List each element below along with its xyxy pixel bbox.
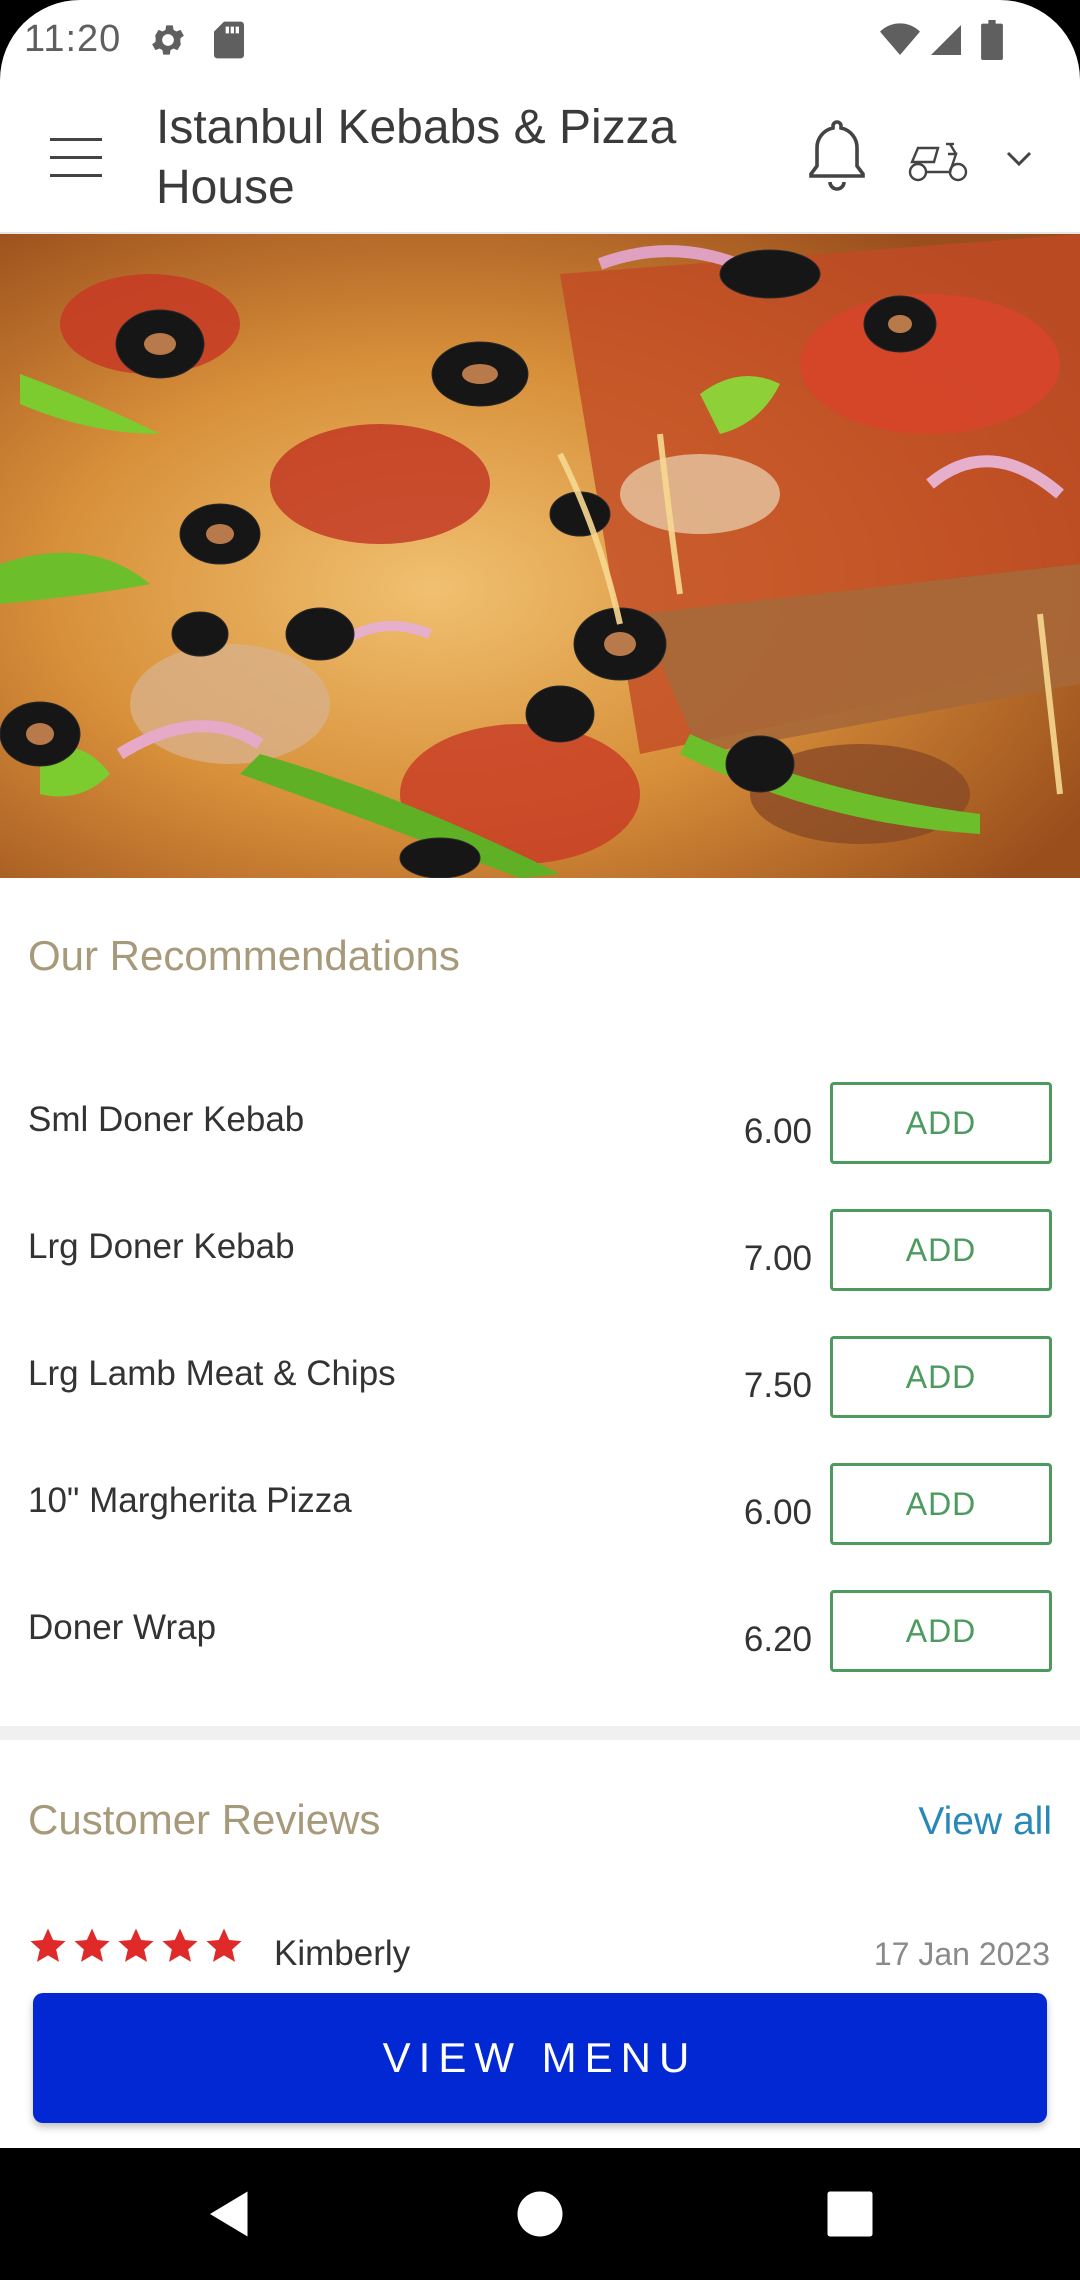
hero-pizza-image [0,234,1080,878]
status-time: 11:20 [24,18,122,60]
battery-icon [980,20,1004,65]
recents-icon[interactable] [820,2184,880,2244]
chevron-down-icon [1006,151,1032,167]
recommendation-item: Doner Wrap 6.20 ADD [0,1590,1080,1717]
recommendation-item: 10" Margherita Pizza 6.00 ADD [0,1463,1080,1590]
review-date: 17 Jan 2023 [873,1936,1050,1972]
star-icon [118,1928,154,1962]
recommendation-item: Lrg Doner Kebab 7.00 ADD [0,1209,1080,1336]
add-button[interactable]: ADD [830,1336,1052,1418]
app-bar: Istanbul Kebabs & Pizza House [0,88,1080,234]
star-icon [206,1928,242,1962]
add-button[interactable]: ADD [830,1082,1052,1164]
item-price: 7.00 [743,1239,812,1278]
item-name: Doner Wrap [28,1608,217,1647]
item-price: 7.50 [743,1366,812,1405]
wifi-icon [880,20,920,65]
delivery-mode-selector[interactable] [906,128,1036,188]
reviews-title: Customer Reviews [28,1796,381,1843]
recommendations-title: Our Recommendations [28,932,460,979]
review-item: Kimberly 17 Jan 2023 [0,1922,1080,1982]
add-button[interactable]: ADD [830,1590,1052,1672]
item-name: Sml Doner Kebab [28,1100,305,1139]
item-name: 10" Margherita Pizza [28,1481,352,1520]
gear-icon [148,20,188,65]
item-name: Lrg Doner Kebab [28,1227,295,1266]
bell-icon[interactable] [804,114,870,194]
system-nav-bar [0,2148,1080,2280]
item-name: Lrg Lamb Meat & Chips [28,1354,396,1393]
signal-icon [928,20,964,65]
add-button[interactable]: ADD [830,1463,1052,1545]
home-icon[interactable] [510,2184,570,2244]
menu-icon[interactable] [44,128,106,188]
item-price: 6.00 [743,1493,812,1532]
status-bar: 11:20 [0,0,1080,88]
item-price: 6.20 [743,1620,812,1659]
section-divider [0,1726,1080,1740]
app-screen: 11:20 Istanbul Kebabs & Pizza House Our … [0,0,1080,2148]
add-button[interactable]: ADD [830,1209,1052,1291]
view-all-reviews-link[interactable]: View all [918,1800,1052,1844]
recommendation-item: Lrg Lamb Meat & Chips 7.50 ADD [0,1336,1080,1463]
restaurant-title: Istanbul Kebabs & Pizza House [156,101,677,214]
scooter-icon [908,142,968,182]
star-icon [74,1928,110,1962]
back-icon[interactable] [200,2184,260,2244]
sd-card-icon [212,20,246,65]
reviewer-name: Kimberly [274,1934,411,1973]
rating-stars [28,1926,244,1966]
star-icon [30,1928,66,1962]
recommendation-item: Sml Doner Kebab 6.00 ADD [0,1082,1080,1209]
star-icon [162,1928,198,1962]
item-price: 6.00 [743,1112,812,1151]
view-menu-button[interactable]: VIEW MENU [33,1993,1047,2123]
